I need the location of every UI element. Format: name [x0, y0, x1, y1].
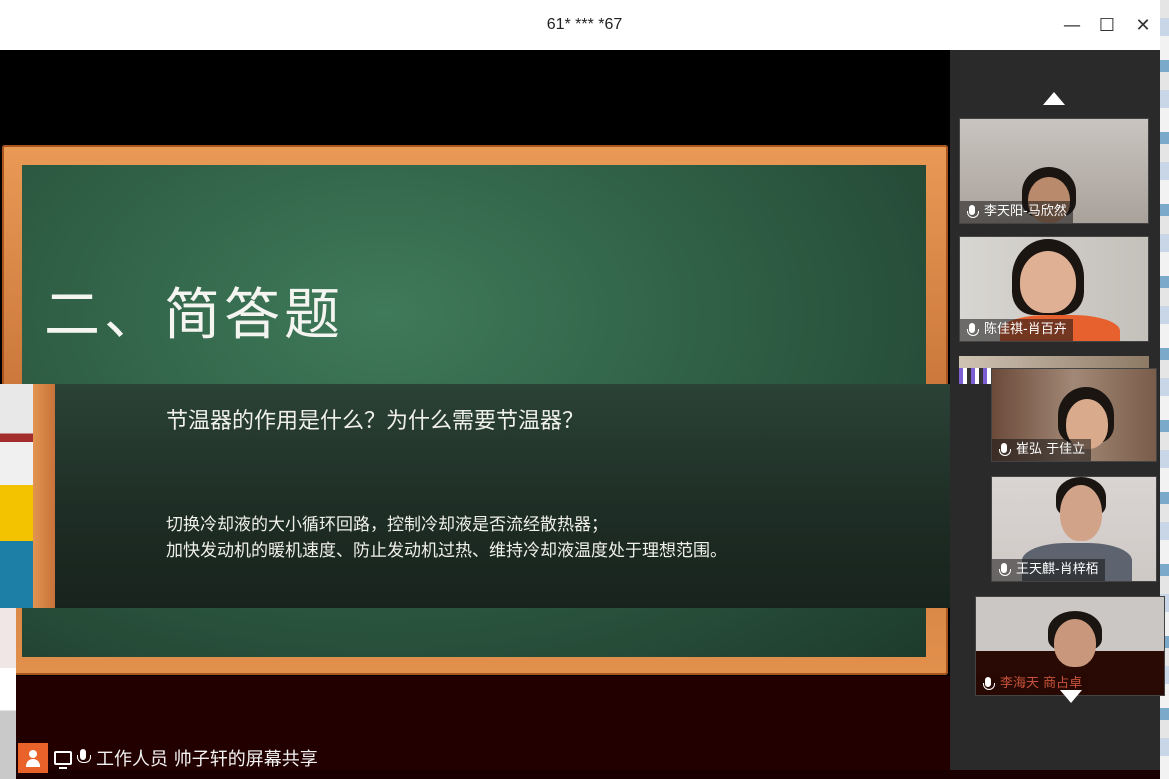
participant-name: 崔弘 于佳立	[1016, 442, 1086, 457]
participant-tile[interactable]: 陈佳祺-肖百卉	[959, 236, 1149, 342]
participant-label: 陈佳祺-肖百卉	[960, 319, 1073, 341]
participant-name: 李天阳-马欣然	[984, 204, 1067, 219]
chalkboard-frame-left	[33, 384, 55, 608]
slide-question: 节温器的作用是什么？为什么需要节温器？	[166, 409, 585, 434]
screen-share-label: 工作人员 帅子轩的屏幕共享	[96, 749, 318, 770]
glitch-artifact-panel	[959, 368, 991, 384]
participant-tile[interactable]: 崔弘 于佳立	[991, 368, 1157, 462]
mic-icon	[996, 562, 1012, 578]
minimize-button[interactable]: —	[1057, 10, 1087, 40]
mic-muted-icon	[964, 204, 980, 220]
mic-muted-icon	[980, 676, 996, 692]
slide-answer-line: 切换冷却液的大小循环回路，控制冷却液是否流经散热器；	[166, 515, 608, 535]
maximize-button[interactable]: ☐	[1092, 10, 1122, 40]
participant-label: 李天阳-马欣然	[960, 201, 1073, 223]
participant-tile[interactable]: 王天麒-肖梓栢	[991, 476, 1157, 582]
triangle-up-icon[interactable]	[1043, 92, 1065, 105]
participant-label: 王天麒-肖梓栢	[992, 559, 1105, 581]
window-title-bar: 61* *** *67 — ☐ ✕	[0, 0, 1169, 50]
participant-name: 王天麒-肖梓栢	[1016, 562, 1099, 577]
slide-answer: 切换冷却液的大小循环回路，控制冷却液是否流经散热器； 加快发动机的暖机速度、防止…	[166, 512, 727, 564]
person-icon	[24, 749, 42, 767]
screen-share-status-bar: 工作人员 帅子轩的屏幕共享	[18, 742, 318, 774]
participant-tile[interactable]: 李天阳-马欣然	[959, 118, 1149, 224]
mic-icon	[76, 749, 91, 767]
mic-muted-icon	[996, 442, 1012, 458]
triangle-down-icon[interactable]	[1060, 690, 1082, 703]
participant-name: 陈佳祺-肖百卉	[984, 322, 1067, 337]
glitch-artifact-left-lower	[0, 608, 16, 779]
screen-share-icon	[54, 751, 72, 769]
slide-title: 二、简答题	[44, 283, 344, 348]
window-title: 61* *** *67	[546, 16, 623, 33]
participant-label: 崔弘 于佳立	[992, 439, 1092, 461]
slide-answer-line: 加快发动机的暖机速度、防止发动机过热、维持冷却液温度处于理想范围。	[166, 541, 727, 561]
mic-muted-icon	[964, 322, 980, 338]
participant-tile[interactable]: 李海天 商占卓	[975, 596, 1165, 696]
close-button[interactable]: ✕	[1128, 10, 1158, 40]
avatar[interactable]	[18, 743, 48, 773]
glitch-artifact-left	[0, 384, 33, 608]
